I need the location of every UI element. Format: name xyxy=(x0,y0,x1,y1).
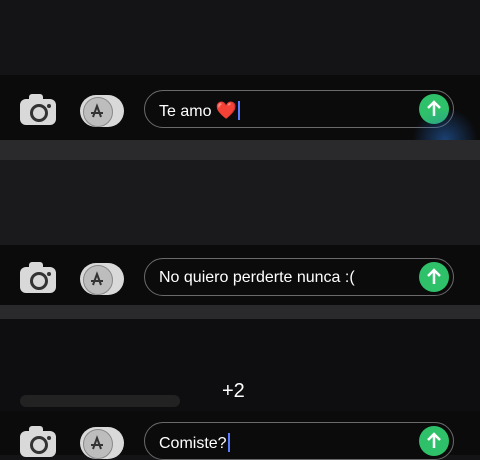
separator-1 xyxy=(0,140,480,160)
top-area xyxy=(0,0,480,75)
send-button[interactable] xyxy=(419,262,449,292)
send-button[interactable] xyxy=(419,426,449,456)
composer-bar-1: Te amo ❤️ xyxy=(0,75,480,143)
separator-2 xyxy=(0,305,480,319)
message-input-1[interactable]: Te amo ❤️ xyxy=(144,90,454,128)
message-text-3: Comiste? xyxy=(159,435,227,452)
camera-icon[interactable] xyxy=(20,262,56,293)
message-input-3[interactable]: Comiste? xyxy=(144,422,454,460)
app-store-icon[interactable] xyxy=(80,427,124,459)
message-text-1: Te amo xyxy=(159,103,212,120)
app-store-icon[interactable] xyxy=(80,95,124,127)
arrow-up-icon xyxy=(427,432,441,448)
heart-icon: ❤️ xyxy=(215,101,237,120)
app-store-icon[interactable] xyxy=(80,263,124,295)
overlay-bubble xyxy=(20,395,180,407)
composer-bar-2: No quiero perderte nunca :( xyxy=(0,245,480,313)
message-input-2[interactable]: No quiero perderte nunca :( xyxy=(144,258,454,296)
camera-icon[interactable] xyxy=(20,94,56,125)
gap-1 xyxy=(0,160,480,245)
text-caret xyxy=(237,101,240,120)
message-text-2: No quiero perderte nunca :( xyxy=(159,269,355,286)
camera-icon[interactable] xyxy=(20,426,56,457)
plus-count: +2 xyxy=(222,380,245,402)
text-caret xyxy=(227,433,230,452)
arrow-up-icon xyxy=(427,268,441,284)
composer-bar-3: Comiste? xyxy=(0,411,480,460)
